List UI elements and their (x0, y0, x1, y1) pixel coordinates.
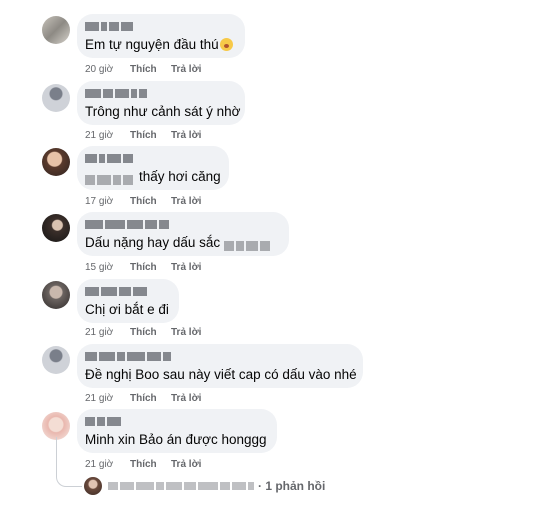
reply-button[interactable]: Trả lời (171, 393, 201, 404)
comment-text: Minh xin Bảo án được honggg (85, 432, 267, 447)
timestamp[interactable]: 21 giờ (85, 393, 130, 404)
timestamp[interactable]: 20 giờ (85, 64, 130, 75)
reply-button[interactable]: Trả lời (171, 327, 201, 338)
like-button[interactable]: Thích (130, 459, 171, 470)
comment-bubble: Minh xin Bảo án được honggg (77, 409, 277, 453)
timestamp[interactable]: 17 giờ (85, 196, 130, 207)
avatar[interactable] (42, 281, 70, 309)
avatar[interactable] (42, 84, 70, 112)
comment-meta: 20 giờ Thích Trả lời (85, 64, 201, 75)
author-name[interactable] (85, 287, 169, 296)
blurred-reply-preview (108, 482, 254, 490)
author-name[interactable] (85, 89, 235, 98)
like-button[interactable]: Thích (130, 64, 171, 75)
like-button[interactable]: Thích (130, 327, 171, 338)
like-button[interactable]: Thích (130, 393, 171, 404)
author-name[interactable] (85, 417, 267, 426)
blurred-mention (85, 172, 135, 186)
author-name[interactable] (85, 22, 235, 31)
like-button[interactable]: Thích (130, 196, 171, 207)
comment-text: Dấu nặng hay dấu sắc (85, 235, 221, 250)
reply-thread-line (56, 437, 82, 487)
like-button[interactable]: Thích (130, 130, 171, 141)
like-button[interactable]: Thích (130, 262, 171, 273)
avatar (84, 477, 102, 495)
timestamp[interactable]: 21 giờ (85, 130, 130, 141)
comment-meta: 21 giờ Thích Trả lời (85, 459, 201, 470)
face-with-hand-over-mouth-icon (219, 38, 233, 51)
comment-text: thấy hơi căng (139, 169, 221, 184)
timestamp[interactable]: 21 giờ (85, 327, 130, 338)
comment-text: Chị ơi bắt e đi (85, 302, 169, 317)
reply-button[interactable]: Trả lời (171, 262, 201, 273)
author-name[interactable] (85, 352, 353, 361)
comment-text: Đề nghị Boo sau này viết cap có dấu vào … (85, 367, 357, 382)
avatar[interactable] (42, 412, 70, 440)
reply-count[interactable]: · 1 phản hồi (258, 479, 325, 493)
view-replies-link[interactable]: · 1 phản hồi (84, 477, 325, 495)
comment-bubble: thấy hơi căng (77, 146, 229, 190)
comment-text: Em tự nguyện đầu thú (85, 37, 219, 52)
comment-bubble: Chị ơi bắt e đi (77, 279, 179, 323)
avatar[interactable] (42, 346, 70, 374)
reply-button[interactable]: Trả lời (171, 459, 201, 470)
reply-button[interactable]: Trả lời (171, 130, 201, 141)
author-name[interactable] (85, 154, 219, 163)
comment-meta: 21 giờ Thích Trả lời (85, 327, 201, 338)
comment-bubble: Em tự nguyện đầu thú (77, 14, 245, 58)
blurred-mention (223, 238, 272, 252)
comment-meta: 21 giờ Thích Trả lời (85, 393, 201, 404)
comment-bubble: Dấu nặng hay dấu sắc (77, 212, 289, 256)
comment-bubble: Đề nghị Boo sau này viết cap có dấu vào … (77, 344, 363, 388)
avatar[interactable] (42, 16, 70, 44)
comment-meta: 21 giờ Thích Trả lời (85, 130, 201, 141)
avatar[interactable] (42, 148, 70, 176)
author-name[interactable] (85, 220, 279, 229)
reply-button[interactable]: Trả lời (171, 196, 201, 207)
comment-text: Trông như cảnh sát ý nhờ (85, 104, 241, 119)
avatar[interactable] (42, 214, 70, 242)
comment-bubble: Trông như cảnh sát ý nhờ (77, 81, 245, 125)
comment-meta: 17 giờ Thích Trả lời (85, 196, 201, 207)
timestamp[interactable]: 21 giờ (85, 459, 130, 470)
timestamp[interactable]: 15 giờ (85, 262, 130, 273)
reply-button[interactable]: Trả lời (171, 64, 201, 75)
comment-meta: 15 giờ Thích Trả lời (85, 262, 201, 273)
